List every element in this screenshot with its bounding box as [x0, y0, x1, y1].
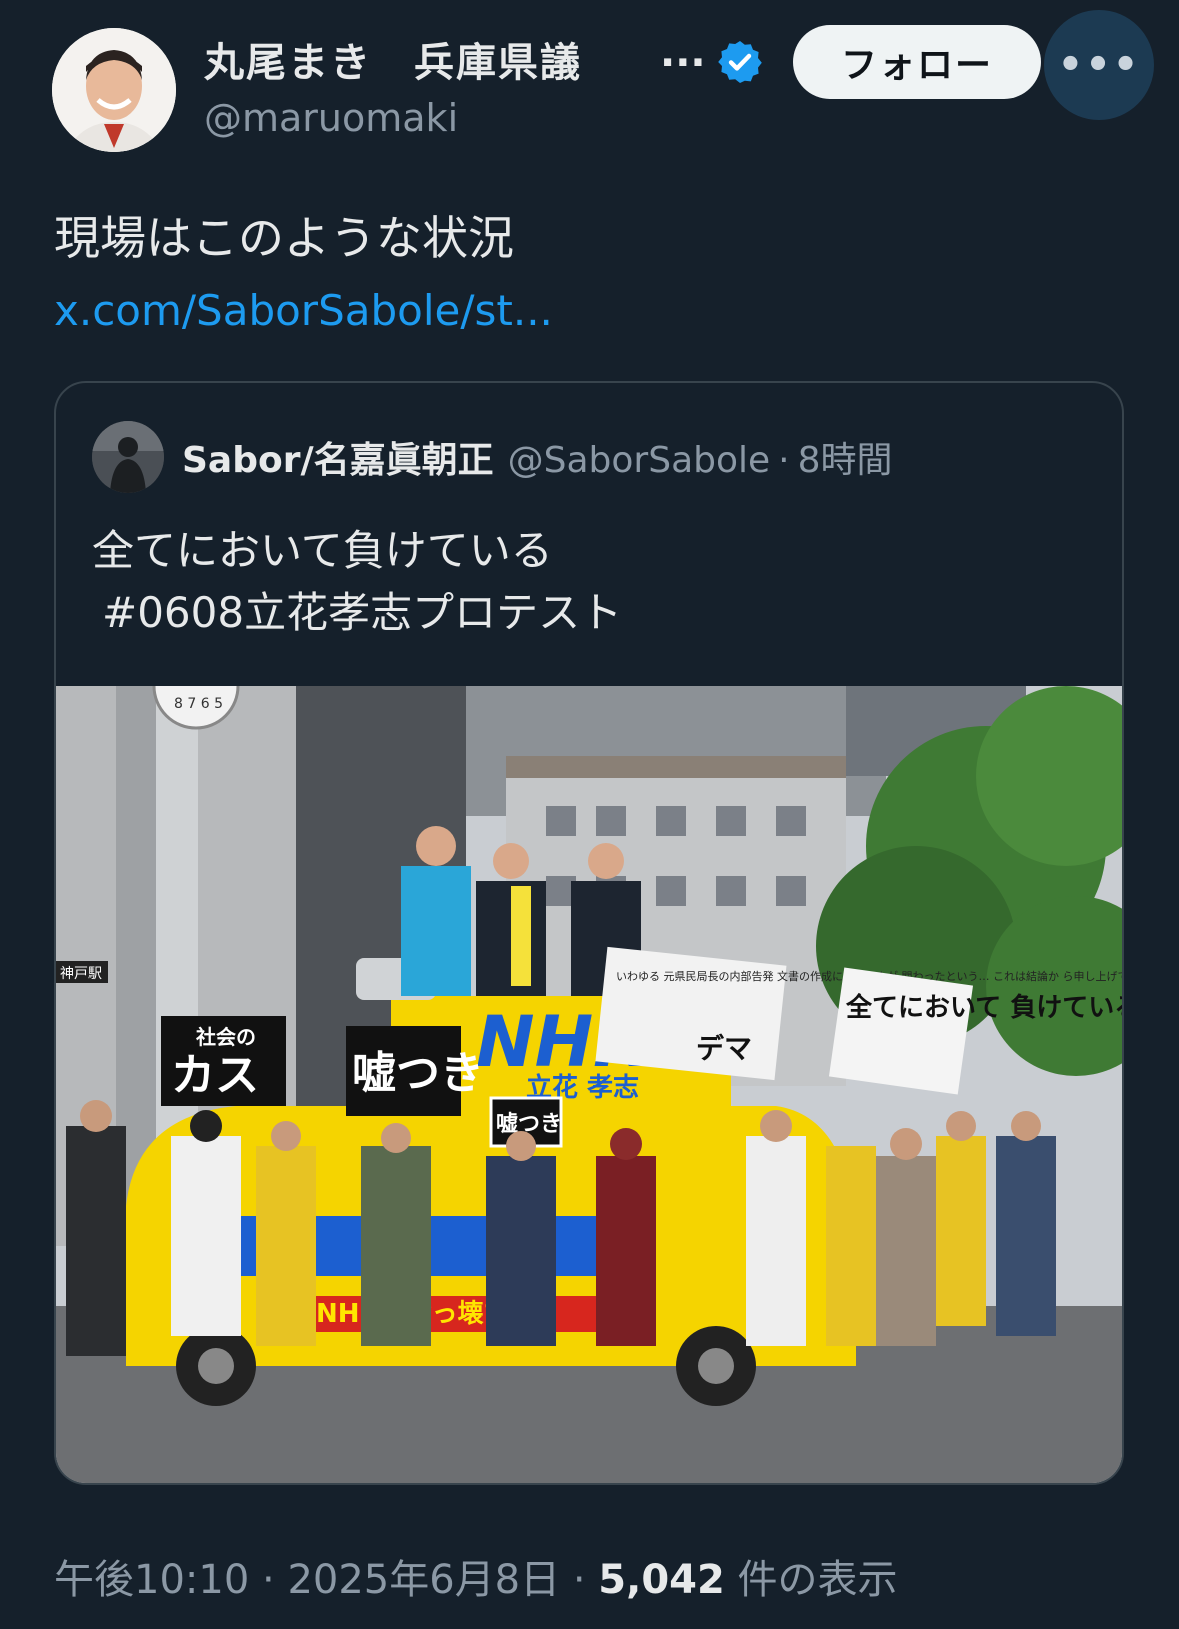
tweet-link[interactable]: x.com/SaborSabole/st... — [54, 286, 553, 335]
quoted-meta: Sabor/名嘉眞朝正 @SaborSabole · 8時間 — [182, 431, 893, 483]
views-label: 件の表示 — [724, 1557, 898, 1603]
author-name[interactable]: 丸尾まき 兵庫県議 — [204, 30, 582, 88]
verified-badge-icon — [718, 41, 762, 83]
sign-left-small: 社会の — [195, 1025, 256, 1049]
quoted-avatar-photo — [92, 421, 164, 493]
tweet-date[interactable]: 2025年6月8日 — [287, 1557, 560, 1603]
follow-button[interactable]: フォロー — [793, 25, 1041, 99]
sign-mid: 嘘つき — [352, 1048, 484, 1099]
sign-banner-big: デマ — [696, 1032, 752, 1065]
quoted-text-line1: 全てにおいて負けている — [92, 526, 553, 575]
tweet-time[interactable]: 午後10:10 — [54, 1557, 249, 1603]
author-avatar[interactable] — [52, 28, 176, 152]
author-name-ellipsis: ... — [660, 30, 706, 76]
footer-separator: · — [560, 1557, 599, 1603]
quoted-photo[interactable]: 8 7 6 5 神戸駅 NHKをぶっ壊す! NHK 立花 孝志 社会の カス 嘘… — [56, 686, 1124, 1485]
quoted-author-name[interactable]: Sabor/名嘉眞朝正 — [182, 440, 494, 481]
author-handle[interactable]: @maruomaki — [204, 96, 458, 140]
sign-mid-small: 嘘つき — [496, 1112, 562, 1137]
more-options-button[interactable]: ••• — [1044, 10, 1154, 120]
tweet-text: 現場はこのような状況 — [54, 211, 514, 265]
quoted-time[interactable]: 8時間 — [798, 440, 893, 481]
avatar-photo — [52, 28, 176, 152]
views-count[interactable]: 5,042 — [598, 1557, 725, 1603]
quoted-hashtag[interactable]: #0608立花孝志プロテスト — [102, 579, 622, 640]
sign-left-big: カス — [171, 1050, 259, 1101]
quoted-author-handle[interactable]: @SaborSabole — [508, 440, 771, 481]
clock-face: 8 7 6 5 — [174, 696, 223, 712]
quoted-tweet-card[interactable]: Sabor/名嘉眞朝正 @SaborSabole · 8時間 全てにおいて負けている … — [54, 381, 1124, 1485]
station-sign: 神戸駅 — [60, 966, 102, 982]
tweet-footer: 午後10:10 · 2025年6月8日 · 5,042 件の表示 — [54, 1547, 898, 1605]
quoted-author-avatar[interactable] — [92, 421, 164, 493]
sign-right: 全てにおいて 負けている — [845, 992, 1124, 1023]
more-dots-icon: ••• — [1057, 42, 1141, 88]
meta-separator: · — [778, 440, 790, 481]
footer-separator: · — [249, 1557, 288, 1603]
